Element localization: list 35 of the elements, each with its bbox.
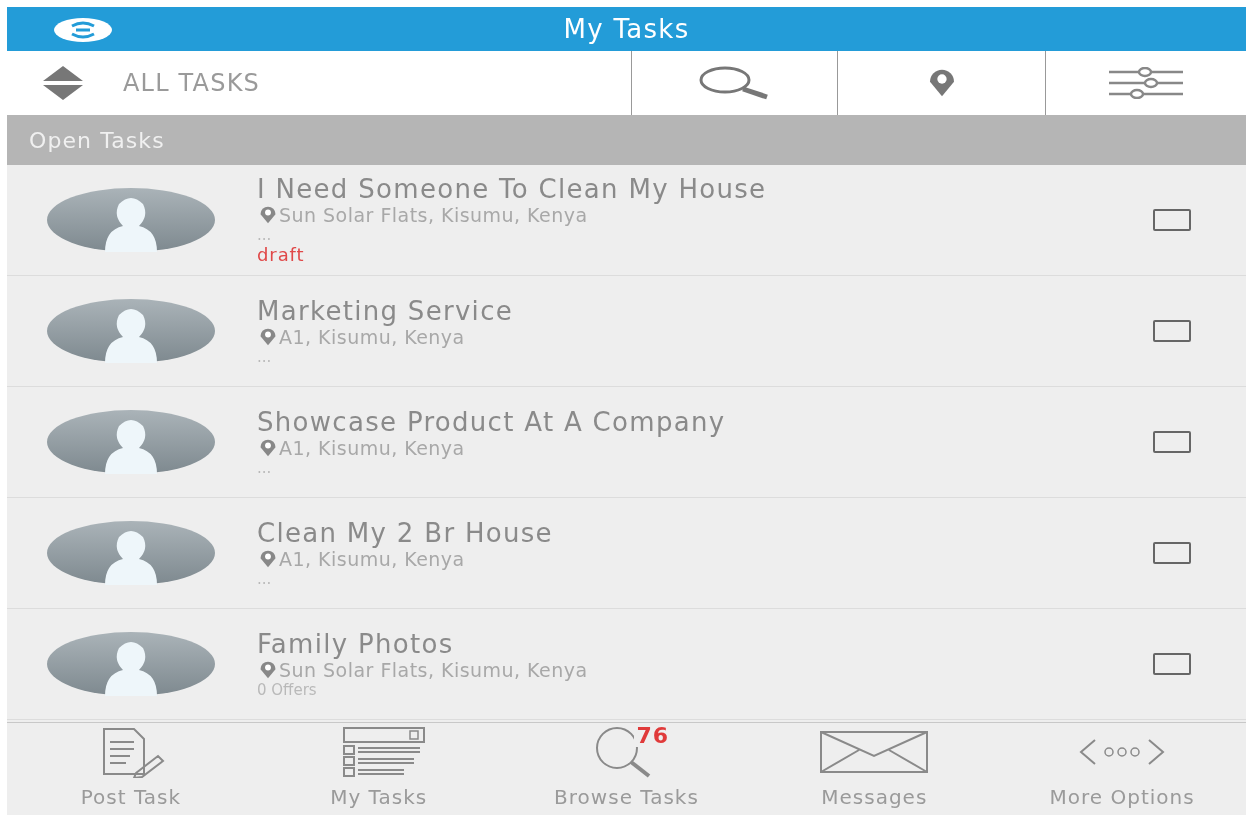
window-title: My Tasks — [563, 12, 690, 46]
task-checkbox[interactable] — [1153, 542, 1191, 564]
task-title: I Need Someone To Clean My House — [257, 174, 768, 204]
task-details: ... — [257, 459, 273, 477]
task-row[interactable]: Marketing Service A1, Kisumu, Kenya ... — [7, 276, 1246, 387]
task-checkbox[interactable] — [1153, 431, 1191, 453]
task-details: ... — [257, 570, 273, 588]
task-checkbox[interactable] — [1153, 209, 1191, 231]
task-checkbox[interactable] — [1153, 320, 1191, 342]
task-title: Marketing Service — [257, 296, 515, 326]
nav-tab[interactable]: My Tasks — [254, 723, 503, 815]
app-logo-icon — [52, 17, 114, 43]
task-row[interactable]: Showcase Product At A Company A1, Kisumu, Kenya ... — [7, 387, 1246, 498]
task-location: A1, Kisumu, Kenya — [279, 437, 465, 459]
nav-tab[interactable]: Messages — [750, 723, 999, 815]
task-row[interactable]: I Need Someone To Clean My House Sun Solar Flats, Kisumu, Kenya ... draft — [7, 165, 1246, 276]
task-filter-dropdown[interactable]: ALL TASKS — [7, 51, 631, 115]
task-location: A1, Kisumu, Kenya — [279, 326, 465, 348]
task-checkbox[interactable] — [1153, 653, 1191, 675]
task-location: Sun Solar Flats, Kisumu, Kenya — [279, 659, 588, 681]
nav-tab[interactable]: Browse Tasks 76 — [502, 723, 751, 815]
task-row[interactable]: Clean My 2 Br House A1, Kisumu, Kenya ... — [7, 498, 1246, 609]
sliders-icon — [1109, 67, 1183, 99]
task-title: Clean My 2 Br House — [257, 518, 554, 548]
task-details: ... — [257, 226, 273, 244]
task-location: Sun Solar Flats, Kisumu, Kenya — [279, 204, 588, 226]
sort-arrows-icon — [43, 66, 83, 100]
task-location: A1, Kisumu, Kenya — [279, 548, 465, 570]
nav-tab[interactable]: More Options — [998, 723, 1246, 815]
nav-tab[interactable]: Post Task — [7, 723, 255, 815]
task-details: ... — [257, 348, 273, 366]
task-status: draft — [257, 244, 306, 266]
section-title: Open Tasks — [29, 126, 165, 155]
task-title: Showcase Product At A Company — [257, 407, 727, 437]
task-title: Family Photos — [257, 629, 455, 659]
